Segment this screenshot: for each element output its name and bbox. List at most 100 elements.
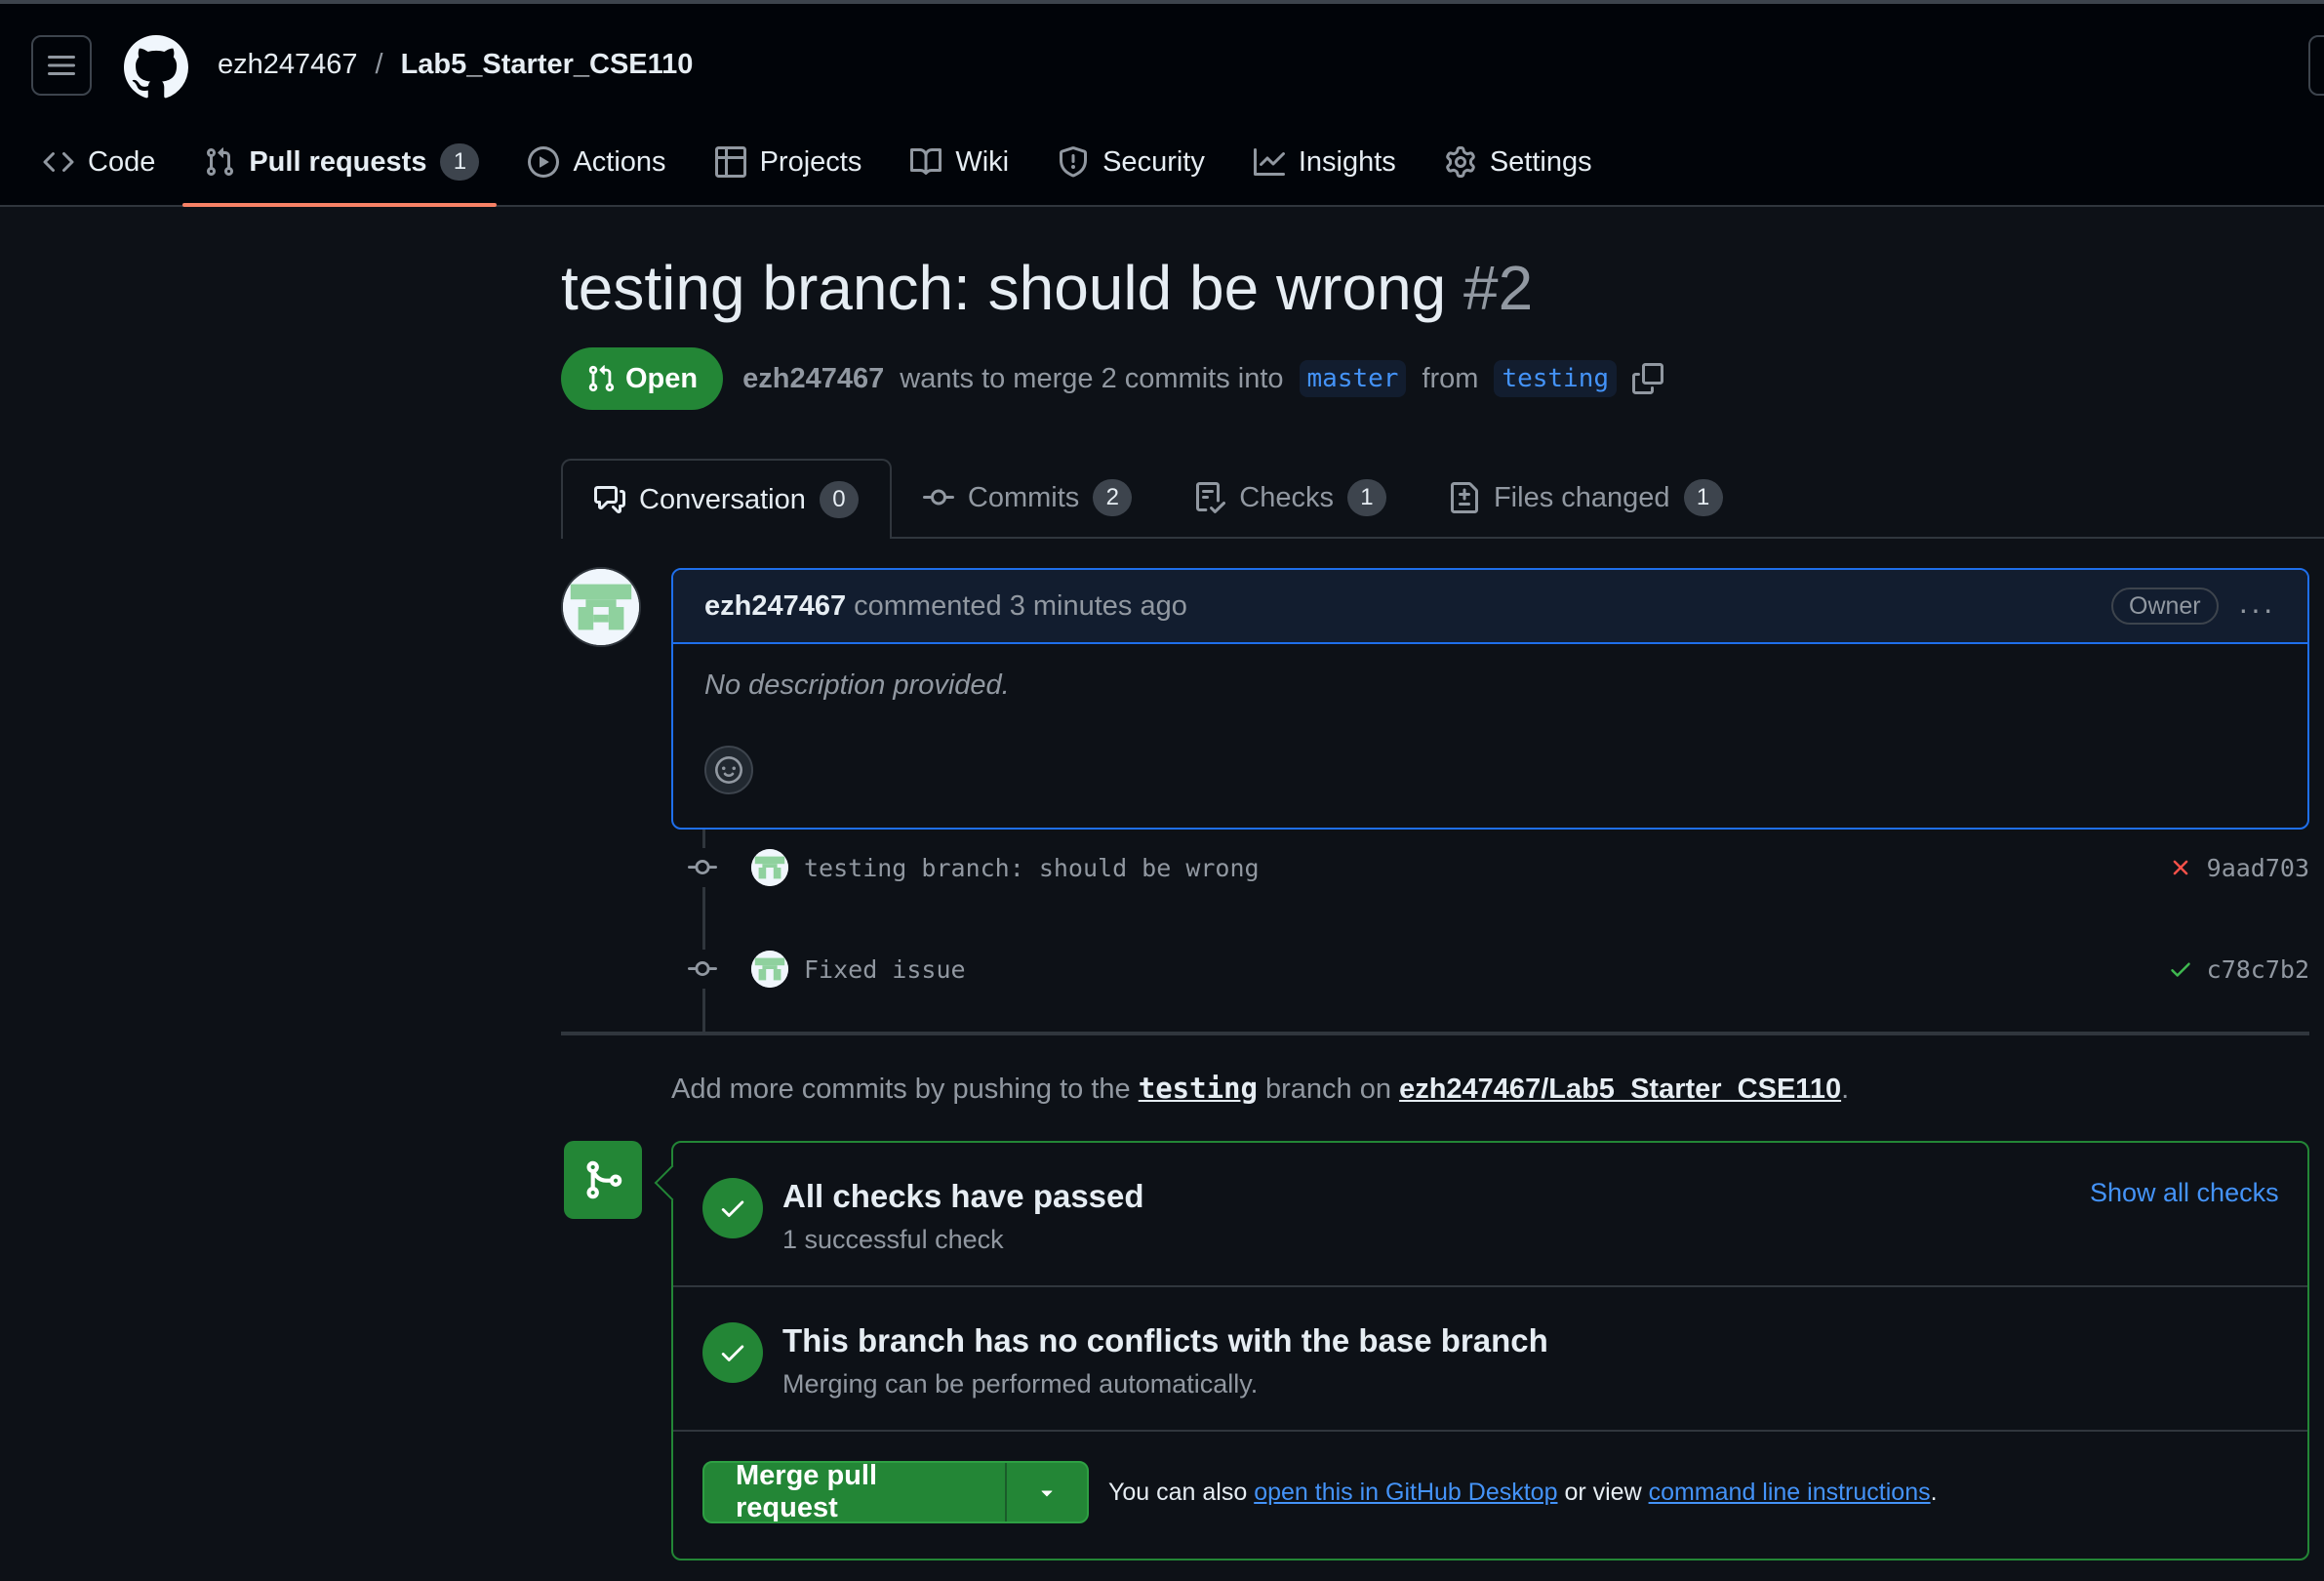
tab-security[interactable]: Security [1058, 137, 1205, 187]
git-commit-icon [683, 848, 722, 887]
table-icon [714, 146, 746, 178]
commit-message[interactable]: testing branch: should be wrong [804, 854, 1260, 882]
identicon-icon [563, 569, 639, 645]
tab-files-changed[interactable]: Files changed 1 [1418, 459, 1754, 537]
github-logo[interactable] [124, 35, 188, 100]
git-merge-icon [586, 1160, 622, 1199]
tab-code[interactable]: Code [43, 137, 155, 187]
commit-message[interactable]: Fixed issue [804, 955, 966, 984]
file-diff-icon [1450, 482, 1478, 513]
merge-button-label[interactable]: Merge pull request [704, 1463, 1007, 1521]
tab-conversation[interactable]: Conversation 0 [561, 459, 892, 539]
breadcrumb-repo[interactable]: Lab5_Starter_CSE110 [401, 49, 694, 81]
head-branch[interactable]: testing [1494, 360, 1618, 397]
check-icon[interactable] [2168, 956, 2193, 982]
tab-wiki[interactable]: Wiki [910, 137, 1009, 187]
github-mark-icon [124, 35, 188, 99]
tab-commits-label: Commits [967, 481, 1080, 513]
commit-sha[interactable]: c78c7b2 [2207, 955, 2309, 984]
conversation-count: 0 [819, 481, 859, 518]
avatar[interactable] [561, 567, 641, 647]
checks-count: 1 [1346, 479, 1386, 516]
git-pull-request-icon [207, 147, 234, 177]
base-branch[interactable]: master [1299, 360, 1407, 397]
push-note-branch[interactable]: testing [1139, 1072, 1258, 1105]
also-middle: or view [1564, 1479, 1642, 1506]
comment-author[interactable]: ezh247467 [704, 590, 846, 623]
avatar[interactable] [751, 951, 788, 988]
commits-count: 2 [1093, 479, 1133, 516]
tab-actions[interactable]: Actions [528, 137, 666, 187]
breadcrumb-separator: / [375, 49, 383, 80]
pull-requests-count: 1 [440, 143, 480, 181]
push-note-repo[interactable]: ezh247467/Lab5_Starter_CSE110 [1399, 1074, 1841, 1105]
conflicts-title: This branch has no conflicts with the ba… [782, 1322, 1548, 1358]
command-line-link[interactable]: command line instructions [1649, 1479, 1931, 1506]
show-all-checks-link[interactable]: Show all checks [2090, 1178, 2279, 1208]
tab-commits[interactable]: Commits 2 [892, 459, 1163, 537]
tab-checks[interactable]: Checks 1 [1163, 459, 1418, 537]
tab-settings-label: Settings [1489, 145, 1592, 178]
also-prefix: You can also [1108, 1479, 1248, 1506]
comment-header: ezh247467 commented 3 minutes ago Owner … [673, 570, 2307, 644]
pr-author[interactable]: ezh247467 [742, 363, 884, 395]
status-badge-label: Open [625, 362, 699, 394]
kebab-menu-icon[interactable]: ··· [2238, 591, 2275, 628]
comment-body: No description provided. [704, 669, 1010, 701]
pr-title: testing branch: should be wrong #2 [561, 252, 1533, 324]
conflicts-subtitle: Merging can be performed automatically. [782, 1369, 1259, 1399]
menu-button[interactable] [31, 35, 92, 96]
merge-box: All checks have passed 1 successful chec… [671, 1141, 2309, 1561]
git-pull-request-icon [588, 365, 615, 392]
tab-insights[interactable]: Insights [1253, 137, 1396, 187]
git-commit-icon [683, 950, 722, 989]
play-icon [528, 146, 560, 178]
x-icon[interactable] [2168, 855, 2193, 880]
commit-sha[interactable]: 9aad703 [2207, 854, 2309, 882]
gear-icon [1446, 146, 1475, 178]
checks-section: All checks have passed 1 successful chec… [673, 1143, 2307, 1287]
check-circle-icon [702, 1322, 763, 1383]
owner-badge: Owner [2111, 588, 2219, 625]
add-reaction-button[interactable] [704, 746, 753, 794]
pr-title-text: testing branch: should be wrong [561, 253, 1447, 323]
pr-number: #2 [1463, 253, 1534, 323]
tab-projects[interactable]: Projects [714, 137, 862, 187]
tab-checks-label: Checks [1239, 481, 1334, 513]
smiley-icon [715, 756, 742, 784]
merge-pull-request-button[interactable]: Merge pull request [702, 1461, 1089, 1523]
files-changed-count: 1 [1683, 479, 1723, 516]
header-right-button[interactable] [2308, 35, 2324, 96]
also-suffix: . [1930, 1479, 1938, 1506]
tab-files-changed-label: Files changed [1493, 481, 1670, 513]
tab-code-label: Code [88, 145, 156, 178]
book-icon [910, 147, 942, 175]
push-note-suffix: . [1841, 1074, 1850, 1105]
breadcrumb: ezh247467 / Lab5_Starter_CSE110 [218, 49, 693, 81]
pr-merge-text: wants to merge 2 commits into [900, 362, 1284, 394]
graph-icon [1253, 148, 1285, 176]
tab-pull-requests-label: Pull requests [249, 145, 427, 178]
merge-status-icon [564, 1141, 642, 1219]
pr-tabs: Conversation 0 Commits 2 Checks 1 Files … [561, 459, 2324, 539]
comment-box: ezh247467 commented 3 minutes ago Owner … [671, 568, 2309, 830]
push-note: Add more commits by pushing to the testi… [671, 1072, 1849, 1106]
comment-timestamp[interactable]: commented 3 minutes ago [854, 590, 1187, 623]
list-item: Fixed issue c78c7b2 [683, 945, 2309, 993]
breadcrumb-owner[interactable]: ezh247467 [218, 49, 358, 81]
merge-action-section: Merge pull request You can also open thi… [673, 1432, 2307, 1561]
tab-pull-requests[interactable]: Pull requests 1 [182, 137, 498, 207]
tab-actions-label: Actions [573, 145, 666, 178]
avatar[interactable] [751, 849, 788, 886]
push-note-middle: branch on [1265, 1074, 1392, 1105]
tab-settings[interactable]: Settings [1445, 137, 1592, 187]
tab-projects-label: Projects [759, 145, 862, 178]
shield-icon [1060, 146, 1088, 178]
merge-options-dropdown[interactable] [1007, 1463, 1087, 1521]
repo-nav: Code Pull requests 1 Actions Projects Wi… [43, 137, 1641, 207]
github-desktop-link[interactable]: open this in GitHub Desktop [1254, 1479, 1557, 1506]
copy-icon[interactable] [1632, 363, 1664, 394]
status-badge: Open [561, 347, 724, 410]
comment-discussion-icon [594, 486, 625, 513]
global-header: ezh247467 / Lab5_Starter_CSE110 Code Pul… [0, 4, 2324, 207]
